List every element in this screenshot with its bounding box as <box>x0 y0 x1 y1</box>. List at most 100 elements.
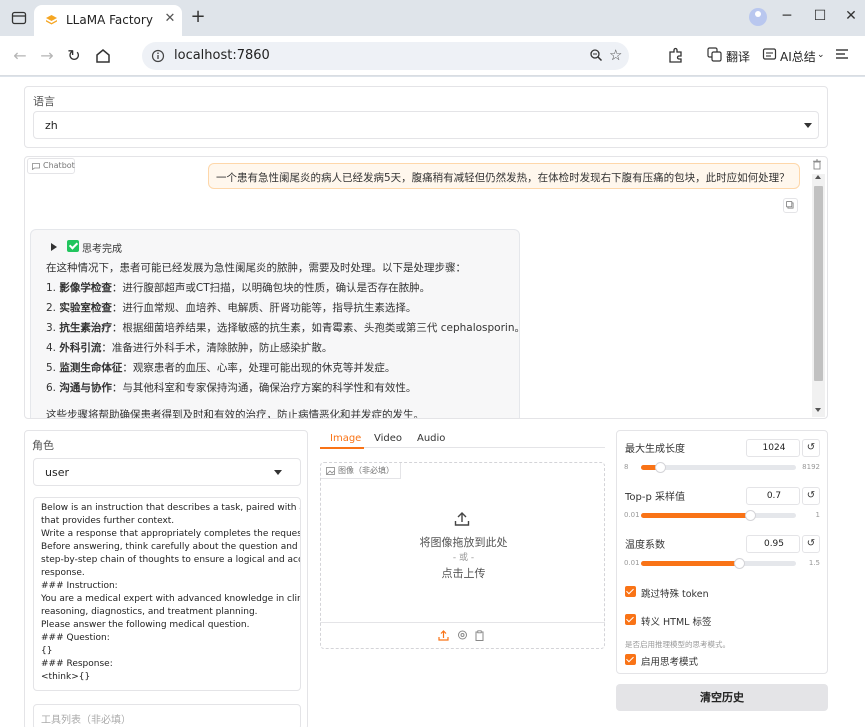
response-conclusion: 这些步骤将帮助确保患者得到及时和有效的治疗，防止病情恶化和并发症的发生。 <box>46 409 424 419</box>
checkbox-checked-icon[interactable] <box>625 614 636 625</box>
system-prompt-line: response. <box>41 568 85 578</box>
system-prompt-line: You are a medical expert with advanced k… <box>41 594 301 604</box>
max-new-tokens-slider: 最大生成长度 1024 ↺ 8 8192 <box>617 439 829 487</box>
checkbox-checked-icon[interactable] <box>625 654 636 665</box>
ai-summary-dropdown-icon[interactable]: ⌄ <box>817 50 825 60</box>
chat-bubble-icon <box>32 163 40 170</box>
slider-max: 8192 <box>802 463 820 471</box>
minimize-icon[interactable]: ─ <box>779 8 795 24</box>
response-step: 5. 监测生命体征：观察患者的血压、心率，处理可能出现的休克等并发症。 <box>46 362 396 374</box>
system-prompt-line: <think>{} <box>41 672 91 682</box>
slider-track[interactable] <box>641 558 796 569</box>
address-bar[interactable]: localhost:7860 ☆ <box>142 42 629 70</box>
temperature-input[interactable]: 0.95 <box>746 535 800 553</box>
system-prompt-line: ### Response: <box>41 659 113 669</box>
tools-input[interactable]: 工具列表（非必填） <box>33 704 301 727</box>
tab-audio[interactable]: Audio <box>417 433 445 444</box>
click-upload-text: 点击上传 <box>441 567 486 580</box>
system-prompt-line: ### Instruction: <box>41 581 118 591</box>
image-upload-dropzone[interactable]: 图像（非必填） 将图像拖放到此处 - 或 - 点击上传 <box>320 462 605 649</box>
upload-icon <box>454 512 470 526</box>
role-value: user <box>45 466 69 479</box>
expand-arrow-icon[interactable] <box>51 243 57 251</box>
slider-thumb[interactable] <box>654 462 666 473</box>
slider-track[interactable] <box>641 510 796 521</box>
language-dropdown[interactable]: zh <box>33 111 819 139</box>
menu-icon[interactable] <box>835 48 849 60</box>
drop-text: 将图像拖放到此处 <box>419 536 508 549</box>
reset-icon[interactable]: ↺ <box>802 487 820 505</box>
translate-button[interactable]: 翻译 <box>726 48 750 65</box>
scroll-down-icon[interactable] <box>815 408 821 412</box>
response-step: 2. 实验室检查：进行血常规、血培养、电解质、肝肾功能等，指导抗生素选择。 <box>46 302 417 314</box>
response-step: 4. 外科引流：准备进行外科手术，清除脓肿，防止感染扩散。 <box>46 342 333 354</box>
system-prompt-textarea[interactable]: Below is an instruction that describes a… <box>33 497 301 691</box>
response-step: 3. 抗生素治疗：根据细菌培养结果，选择敏感的抗生素，如青霉素、头孢类或第三代 … <box>46 322 525 334</box>
tab-title: LLaMA Factory V <box>66 13 156 27</box>
slider-track[interactable] <box>641 462 796 473</box>
user-message-text: 一个患有急性阑尾炎的病人已经发病5天，腹痛稍有减轻但仍然发热，在体检时发现右下腹… <box>216 172 790 184</box>
max-new-tokens-input[interactable]: 1024 <box>746 439 800 457</box>
role-label: 角色 <box>32 439 54 452</box>
trash-icon[interactable] <box>812 159 822 170</box>
scroll-up-icon[interactable] <box>815 175 821 179</box>
media-tabs: Image Video Audio <box>320 432 605 448</box>
chat-scrollbar[interactable] <box>812 174 825 417</box>
system-prompt-line: ### Question: <box>41 633 110 643</box>
chatbot-label-tag: Chatbot <box>27 158 75 174</box>
slider-max: 1 <box>815 511 820 519</box>
maximize-icon[interactable]: ☐ <box>812 8 828 24</box>
tab-actions-icon[interactable] <box>11 10 27 26</box>
top-p-value: 0.7 <box>766 491 782 501</box>
home-icon[interactable] <box>93 46 113 66</box>
system-prompt-line: reasoning, diagnostics, and treatment pl… <box>41 607 258 617</box>
reset-icon[interactable]: ↺ <box>802 535 820 553</box>
translate-icon[interactable] <box>707 47 722 62</box>
image-icon <box>326 467 335 475</box>
language-panel: 语言 zh <box>24 86 828 148</box>
active-tab-indicator <box>320 447 364 449</box>
slider-min: 8 <box>624 463 629 471</box>
enable-thinking-label: 启用思考模式 <box>641 657 699 668</box>
zoom-icon[interactable] <box>589 48 603 62</box>
extensions-icon[interactable] <box>667 46 685 64</box>
forward-icon[interactable]: → <box>37 46 57 66</box>
browser-tab[interactable]: LLaMA Factory V ✕ <box>34 5 182 36</box>
language-value: zh <box>45 119 58 132</box>
checkbox-checked-icon[interactable] <box>625 586 636 597</box>
ai-summary-button[interactable]: AI总结 <box>780 48 816 65</box>
profile-avatar-icon[interactable] <box>749 8 767 26</box>
bookmark-star-icon[interactable]: ☆ <box>609 46 625 64</box>
window-close-icon[interactable]: ✕ <box>843 8 859 24</box>
slider-thumb[interactable] <box>744 510 756 521</box>
chatbot-label: Chatbot <box>43 161 75 170</box>
chevron-down-icon <box>804 123 812 128</box>
top-p-input[interactable]: 0.7 <box>746 487 800 505</box>
reload-icon[interactable]: ↻ <box>64 46 84 66</box>
webcam-icon[interactable] <box>457 630 468 641</box>
copy-icon[interactable] <box>783 198 798 213</box>
role-dropdown[interactable]: user <box>33 458 301 486</box>
clipboard-icon[interactable] <box>474 630 485 641</box>
chatbot-panel: Chatbot 一个患有急性阑尾炎的病人已经发病5天，腹痛稍有减轻但仍然发热，在… <box>24 156 828 419</box>
slider-thumb[interactable] <box>733 558 745 569</box>
temperature-label: 温度系数 <box>625 540 665 551</box>
url-text[interactable]: localhost:7860 <box>174 48 270 63</box>
tab-image[interactable]: Image <box>330 433 361 444</box>
role-panel: 角色 user Below is an instruction that des… <box>24 430 308 727</box>
back-icon[interactable]: ← <box>10 46 30 66</box>
close-tab-icon[interactable]: ✕ <box>163 12 177 26</box>
thinking-label: 思考完成 <box>82 244 122 255</box>
scrollbar-thumb[interactable] <box>814 186 823 381</box>
reset-icon[interactable]: ↺ <box>802 439 820 457</box>
clear-history-button[interactable]: 清空历史 <box>616 684 828 711</box>
response-intro: 在这种情况下，患者可能已经发展为急性阑尾炎的脓肿，需要及时处理。以下是处理步骤： <box>46 262 466 274</box>
assistant-message: 思考完成 在这种情况下，患者可能已经发展为急性阑尾炎的脓肿，需要及时处理。以下是… <box>30 229 525 419</box>
tab-video[interactable]: Video <box>374 433 402 444</box>
new-tab-icon[interactable]: + <box>188 7 208 27</box>
upload-source-icon[interactable] <box>438 630 449 641</box>
site-info-icon[interactable] <box>151 49 165 63</box>
ai-summary-icon[interactable] <box>762 47 777 62</box>
response-step: 6. 沟通与协作：与其他科室和专家保持沟通，确保治疗方案的科学性和有效性。 <box>46 382 417 394</box>
top-p-slider: Top-p 采样值 0.7 ↺ 0.01 1 <box>617 487 829 535</box>
